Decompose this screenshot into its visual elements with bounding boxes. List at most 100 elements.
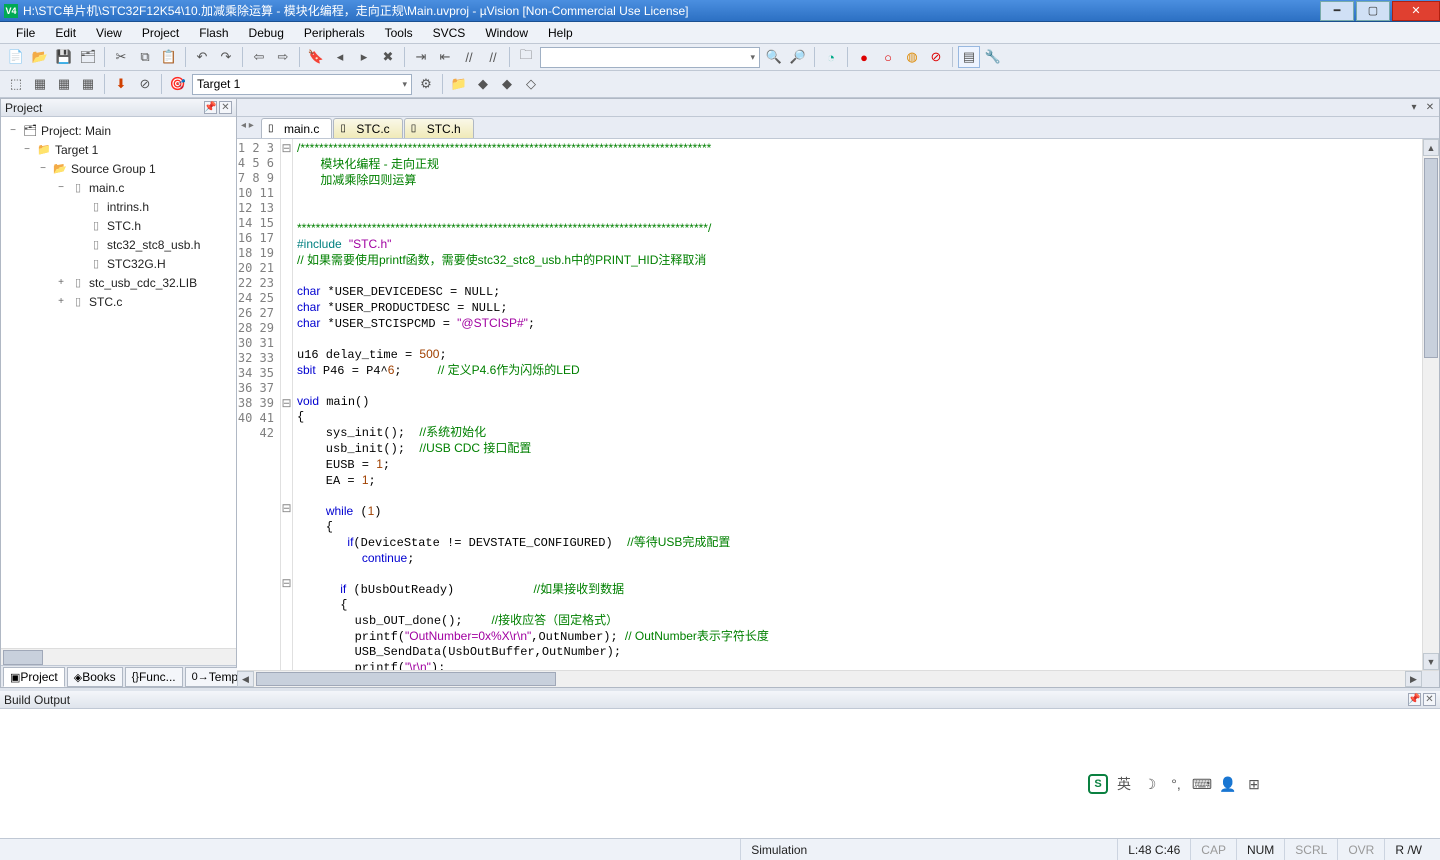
ime-toolbar[interactable]: S 英 ☽ °, ⌨ 👤 ⊞ <box>1082 770 1270 798</box>
ime-punct-icon[interactable]: °, <box>1166 774 1186 794</box>
editor-close-button[interactable]: ✕ <box>1423 101 1437 115</box>
code-editor[interactable]: /***************************************… <box>293 139 1422 670</box>
window-layout-button[interactable]: ▤ <box>958 46 980 68</box>
tab-nav-arrows[interactable]: ◂ ▸ <box>241 120 254 131</box>
undo-button[interactable]: ↶ <box>191 46 213 68</box>
tree-target[interactable]: −📁Target 1 <box>3 140 234 159</box>
breakpoint-enable-button[interactable]: ○ <box>877 46 899 68</box>
file-tab-main[interactable]: ▯main.c <box>261 118 332 138</box>
menu-window[interactable]: Window <box>475 23 538 43</box>
nav-fwd-button[interactable]: ⇨ <box>272 46 294 68</box>
save-all-button[interactable]: 🗂 <box>77 46 99 68</box>
tree-file-main[interactable]: −▯main.c <box>3 178 234 197</box>
translate-button[interactable]: ⬚ <box>5 73 27 95</box>
target-selector[interactable]: Target 1 ▾ <box>192 74 412 95</box>
menu-file[interactable]: File <box>6 23 45 43</box>
copy-button[interactable]: ⧉ <box>134 46 156 68</box>
menu-tools[interactable]: Tools <box>375 23 423 43</box>
bookmark-clear-button[interactable]: ✖ <box>377 46 399 68</box>
pack-installer-button[interactable]: ◆ <box>496 73 518 95</box>
menu-svcs[interactable]: SVCS <box>423 23 476 43</box>
menu-debug[interactable]: Debug <box>239 23 294 43</box>
save-button[interactable]: 💾 <box>53 46 75 68</box>
project-hscrollbar[interactable] <box>1 648 236 665</box>
find-dropdown[interactable]: ▾ <box>540 47 760 68</box>
file-tab-stc-h[interactable]: ▯STC.h <box>404 118 474 138</box>
breakpoint-insert-button[interactable]: ● <box>853 46 875 68</box>
rebuild-button[interactable]: ▦ <box>53 73 75 95</box>
build-output-body[interactable]: S 英 ☽ °, ⌨ 👤 ⊞ <box>0 709 1440 838</box>
proj-tab-functions[interactable]: {} Func... <box>125 667 183 687</box>
line-number-gutter: 1 2 3 4 5 6 7 8 9 10 11 12 13 14 15 16 1… <box>237 139 281 670</box>
ime-grid-icon[interactable]: ⊞ <box>1244 774 1264 794</box>
pane-close-button[interactable]: ✕ <box>219 101 232 114</box>
uncomment-button[interactable]: // <box>482 46 504 68</box>
file-tab-stc-c[interactable]: ▯STC.c <box>333 118 402 138</box>
minimize-button[interactable]: ━ <box>1320 1 1354 21</box>
tree-root[interactable]: −🗂Project: Main <box>3 121 234 140</box>
pane-pin-button[interactable]: 📌 <box>204 101 217 114</box>
tree-file-stc-h[interactable]: ▯STC.h <box>3 216 234 235</box>
bookmark-prev-button[interactable]: ◂ <box>329 46 351 68</box>
nav-back-button[interactable]: ⇦ <box>248 46 270 68</box>
breakpoint-killall-button[interactable]: ⊘ <box>925 46 947 68</box>
project-pane-title: Project <box>5 101 42 115</box>
breakpoint-disable-button[interactable]: ◍ <box>901 46 923 68</box>
status-ovr: OVR <box>1337 839 1384 860</box>
debug-config-button[interactable]: ◔ <box>820 46 842 68</box>
fold-gutter[interactable]: ⊟⊟⊟⊟ <box>281 139 293 670</box>
close-button[interactable]: ✕ <box>1392 1 1440 21</box>
tree-file-stc32g[interactable]: ▯STC32G.H <box>3 254 234 273</box>
menu-flash[interactable]: Flash <box>189 23 238 43</box>
menu-project[interactable]: Project <box>132 23 189 43</box>
cut-button[interactable]: ✂ <box>110 46 132 68</box>
incremental-find-button[interactable]: 🔎 <box>787 46 809 68</box>
batch-build-button[interactable]: ▦ <box>77 73 99 95</box>
stop-build-button[interactable]: ⊘ <box>134 73 156 95</box>
project-pane-header: Project 📌 ✕ <box>1 99 236 117</box>
tree-file-stc-c[interactable]: +▯STC.c <box>3 292 234 311</box>
menu-peripherals[interactable]: Peripherals <box>294 23 375 43</box>
target-options-button[interactable]: 🎯 <box>167 73 189 95</box>
options-button[interactable]: ⚙ <box>415 73 437 95</box>
configure-button[interactable]: 🔧 <box>982 46 1004 68</box>
new-file-button[interactable]: 📄 <box>5 46 27 68</box>
project-tree[interactable]: −🗂Project: Main −📁Target 1 −📂Source Grou… <box>1 117 236 648</box>
tree-group[interactable]: −📂Source Group 1 <box>3 159 234 178</box>
find-in-files-button[interactable]: 🗀 <box>515 46 537 68</box>
manage-rte-button[interactable]: ◇ <box>520 73 542 95</box>
menu-edit[interactable]: Edit <box>45 23 86 43</box>
tree-file-intrins[interactable]: ▯intrins.h <box>3 197 234 216</box>
ime-lang-label[interactable]: 英 <box>1114 774 1134 794</box>
download-button[interactable]: ⬇ <box>110 73 132 95</box>
project-pane: Project 📌 ✕ −🗂Project: Main −📁Target 1 −… <box>0 98 237 688</box>
ime-person-icon[interactable]: 👤 <box>1218 774 1238 794</box>
redo-button[interactable]: ↷ <box>215 46 237 68</box>
maximize-button[interactable]: ▢ <box>1356 1 1390 21</box>
menubar: File Edit View Project Flash Debug Perip… <box>0 22 1440 44</box>
proj-tab-project[interactable]: ▣ Project <box>3 667 65 687</box>
bookmark-next-button[interactable]: ▸ <box>353 46 375 68</box>
editor-vscrollbar[interactable]: ▲▼ <box>1422 139 1439 670</box>
paste-button[interactable]: 📋 <box>158 46 180 68</box>
ime-keyboard-icon[interactable]: ⌨ <box>1192 774 1212 794</box>
editor-hscrollbar[interactable]: ◀▶ <box>237 670 1439 687</box>
build-pin-button[interactable]: 📌 <box>1408 693 1421 706</box>
bookmark-button[interactable]: 🔖 <box>305 46 327 68</box>
tree-file-usb-h[interactable]: ▯stc32_stc8_usb.h <box>3 235 234 254</box>
editor-menu-button[interactable]: ▾ <box>1407 101 1421 115</box>
open-file-button[interactable]: 📂 <box>29 46 51 68</box>
find-button[interactable]: 🔍 <box>763 46 785 68</box>
select-packs-button[interactable]: ◆ <box>472 73 494 95</box>
indent-button[interactable]: ⇥ <box>410 46 432 68</box>
proj-tab-books[interactable]: ◈ Books <box>67 667 123 687</box>
build-close-button[interactable]: ✕ <box>1423 693 1436 706</box>
tree-file-lib[interactable]: +▯stc_usb_cdc_32.LIB <box>3 273 234 292</box>
manage-project-button[interactable]: 📁 <box>448 73 470 95</box>
outdent-button[interactable]: ⇤ <box>434 46 456 68</box>
menu-help[interactable]: Help <box>538 23 583 43</box>
comment-button[interactable]: // <box>458 46 480 68</box>
ime-moon-icon[interactable]: ☽ <box>1140 774 1160 794</box>
build-button[interactable]: ▦ <box>29 73 51 95</box>
menu-view[interactable]: View <box>86 23 132 43</box>
